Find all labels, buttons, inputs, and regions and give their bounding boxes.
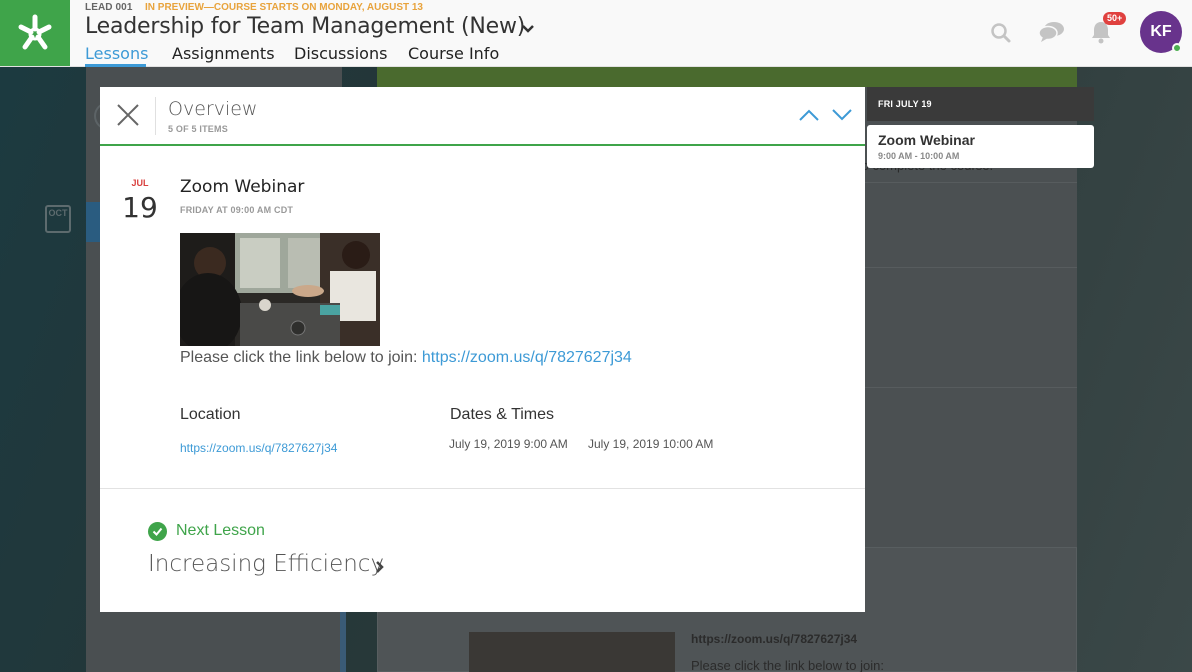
previous-item-button[interactable] xyxy=(797,105,821,125)
tab-lessons[interactable]: Lessons xyxy=(85,44,148,63)
close-button[interactable] xyxy=(112,99,144,131)
location-link[interactable]: https://zoom.us/q/7827627j34 xyxy=(180,441,337,455)
check-circle-icon xyxy=(148,522,167,541)
header-divider xyxy=(155,97,156,135)
online-status-dot xyxy=(1172,43,1182,53)
background-event-text: Please click the link below to join: xyxy=(691,658,884,672)
modal-header: Overview 5 OF 5 ITEMS xyxy=(100,87,865,146)
calendar-event-title: Zoom Webinar xyxy=(878,132,975,148)
divider xyxy=(865,387,1077,388)
join-text: Please click the link below to join: xyxy=(180,349,418,366)
calendar-icon: OCT xyxy=(45,205,71,233)
search-icon[interactable] xyxy=(990,22,1012,44)
calendar-event-item[interactable]: Zoom Webinar 9:00 AM - 10:00 AM xyxy=(867,125,1094,168)
footer-divider xyxy=(100,488,865,489)
join-link[interactable]: https://zoom.us/q/7827627j34 xyxy=(422,349,632,366)
lesson-list-active-marker xyxy=(86,202,100,242)
event-day: 19 xyxy=(122,191,158,224)
asterisk-logo-icon xyxy=(18,14,52,50)
lesson-banner xyxy=(377,67,1077,87)
background-event-photo xyxy=(469,632,675,672)
top-header: LEAD 001 IN PREVIEW—COURSE STARTS ON MON… xyxy=(0,0,1192,67)
dates-times-label: Dates & Times xyxy=(450,406,555,423)
course-title[interactable]: Leadership for Team Management (New) xyxy=(85,14,525,39)
lesson-list-scrollbar xyxy=(340,612,346,672)
active-tab-underline xyxy=(85,64,146,67)
tab-course-info[interactable]: Course Info xyxy=(408,44,499,63)
preview-notice: IN PREVIEW—COURSE STARTS ON MONDAY, AUGU… xyxy=(145,2,423,13)
tab-discussions[interactable]: Discussions xyxy=(294,44,387,63)
next-lesson-link[interactable]: Increasing Efficiency xyxy=(148,551,384,577)
close-icon xyxy=(117,104,139,126)
divider xyxy=(865,267,1077,268)
event-title: Zoom Webinar xyxy=(180,177,305,197)
location-label: Location xyxy=(180,406,241,423)
app-logo[interactable] xyxy=(0,0,70,66)
event-time: FRIDAY AT 09:00 AM CDT xyxy=(180,205,294,215)
chevron-down-icon[interactable] xyxy=(520,20,536,36)
modal-title: Overview xyxy=(168,98,258,120)
calendar-event-time: 9:00 AM - 10:00 AM xyxy=(878,151,960,161)
event-end-datetime: July 19, 2019 10:00 AM xyxy=(588,437,714,451)
items-count: 5 OF 5 ITEMS xyxy=(168,124,228,134)
tab-assignments[interactable]: Assignments xyxy=(172,44,275,63)
event-month: JUL xyxy=(131,178,149,188)
background-event-link: https://zoom.us/q/7827627j34 xyxy=(691,632,858,646)
next-lesson-label: Next Lesson xyxy=(176,522,265,539)
notification-badge: 50+ xyxy=(1103,12,1127,25)
next-item-button[interactable] xyxy=(830,105,854,125)
event-start-datetime: July 19, 2019 9:00 AM xyxy=(449,437,568,451)
join-instructions: Please click the link below to join: htt… xyxy=(180,349,632,367)
calendar-date-header: FRI JULY 19 xyxy=(867,87,1094,121)
chat-icon[interactable] xyxy=(1038,21,1066,43)
overview-modal: Overview 5 OF 5 ITEMS JUL 19 Zoom Webina… xyxy=(100,87,865,612)
course-code: LEAD 001 xyxy=(85,2,133,13)
chevron-right-icon[interactable] xyxy=(373,559,387,575)
event-photo xyxy=(180,233,380,346)
divider xyxy=(865,182,1077,183)
